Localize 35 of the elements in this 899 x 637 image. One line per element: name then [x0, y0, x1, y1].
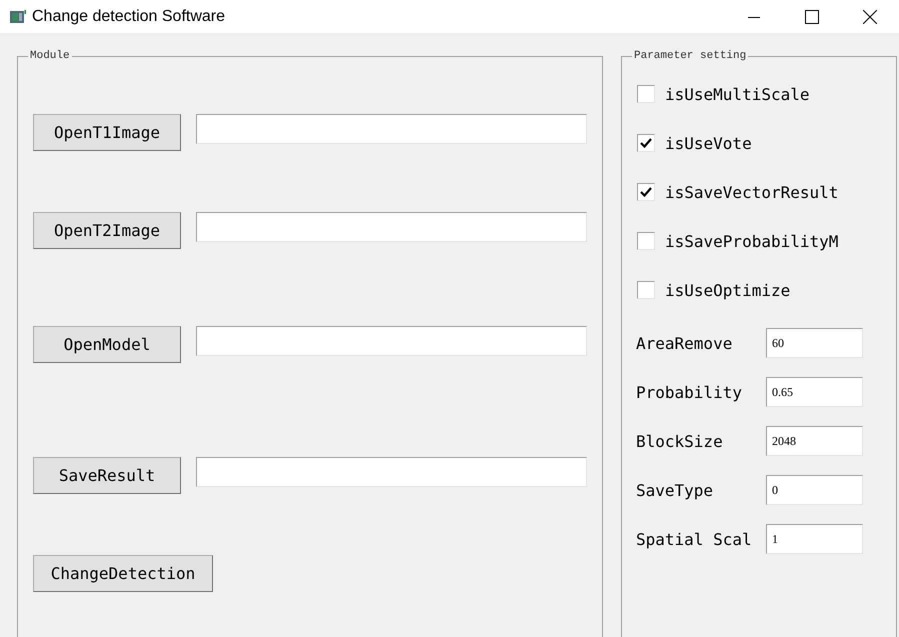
window-title: Change detection Software: [32, 8, 226, 26]
group-title: Module: [29, 50, 71, 62]
checkbox-label: isUseOptimize: [665, 280, 790, 300]
maximize-icon[interactable]: [805, 10, 819, 24]
app-icon: [10, 10, 26, 24]
field-label: Probability: [636, 382, 743, 402]
checkbox-label: isSaveProbabilityM: [665, 232, 838, 250]
close-icon[interactable]: [863, 10, 877, 24]
checkbox[interactable]: [637, 85, 655, 103]
field-label: AreaRemove: [636, 334, 734, 352]
checkbox-label: isSaveVectorResult: [665, 182, 838, 202]
open-button[interactable]: SaveResult: [33, 457, 181, 494]
field-label: SaveType: [636, 480, 714, 500]
checkbox[interactable]: [637, 134, 655, 152]
checkbox-label: isUseMultiScale: [665, 84, 810, 104]
group-title: Parameter setting: [633, 50, 748, 62]
checkbox-label: isUseVote: [665, 134, 752, 152]
input-field[interactable]: 0: [766, 475, 863, 505]
input-field[interactable]: 60: [766, 328, 863, 358]
path-field[interactable]: [196, 114, 587, 144]
run-button[interactable]: ChangeDetection: [33, 555, 213, 592]
path-field[interactable]: [196, 212, 587, 242]
input-field[interactable]: 1: [766, 524, 863, 554]
field-label: Spatial Scal: [636, 530, 753, 548]
input-field[interactable]: 0.65: [766, 377, 863, 407]
checkbox[interactable]: [637, 183, 655, 201]
open-button[interactable]: OpenModel: [33, 326, 181, 363]
input-field[interactable]: 2048: [766, 426, 863, 456]
open-button[interactable]: OpenT1Image: [33, 114, 181, 151]
path-field[interactable]: [196, 326, 587, 356]
checkbox[interactable]: [637, 232, 655, 250]
checkbox[interactable]: [637, 281, 655, 299]
open-button[interactable]: OpenT2Image: [33, 212, 181, 249]
path-field[interactable]: [196, 457, 587, 487]
field-label: BlockSize: [636, 432, 724, 450]
